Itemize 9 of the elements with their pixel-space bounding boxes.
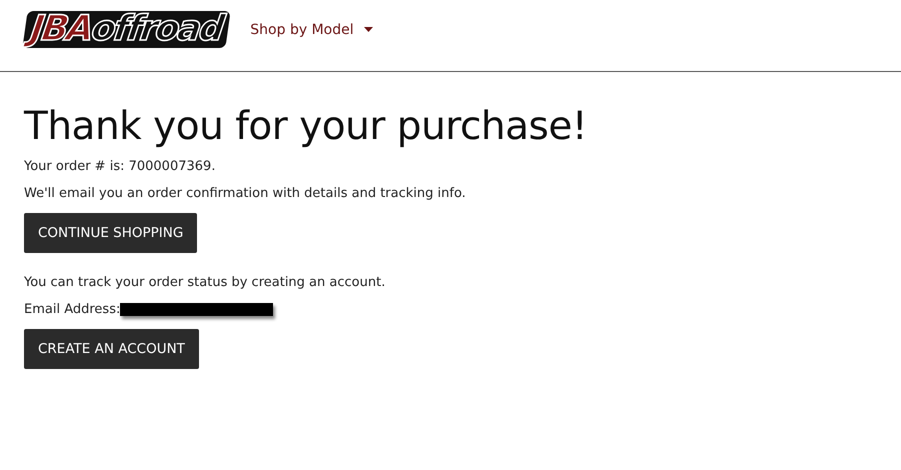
continue-shopping-button[interactable]: CONTINUE SHOPPING <box>24 213 198 253</box>
create-account-button[interactable]: CREATE AN ACCOUNT <box>24 329 199 369</box>
nav-link[interactable]: Shop by Model <box>250 22 373 38</box>
order-number-text: Your order # is: 7000007369. <box>24 159 216 174</box>
logo[interactable]: JBAoffroad <box>22 11 231 48</box>
track-order-text: You can track your order status by creating an account. <box>24 275 386 290</box>
email-notice-text: We'll email you an order confirmation with details and tracking info. <box>24 186 467 201</box>
email-label: Email Address: <box>24 302 120 317</box>
page-heading: Thank you for your purchase! <box>24 104 588 149</box>
